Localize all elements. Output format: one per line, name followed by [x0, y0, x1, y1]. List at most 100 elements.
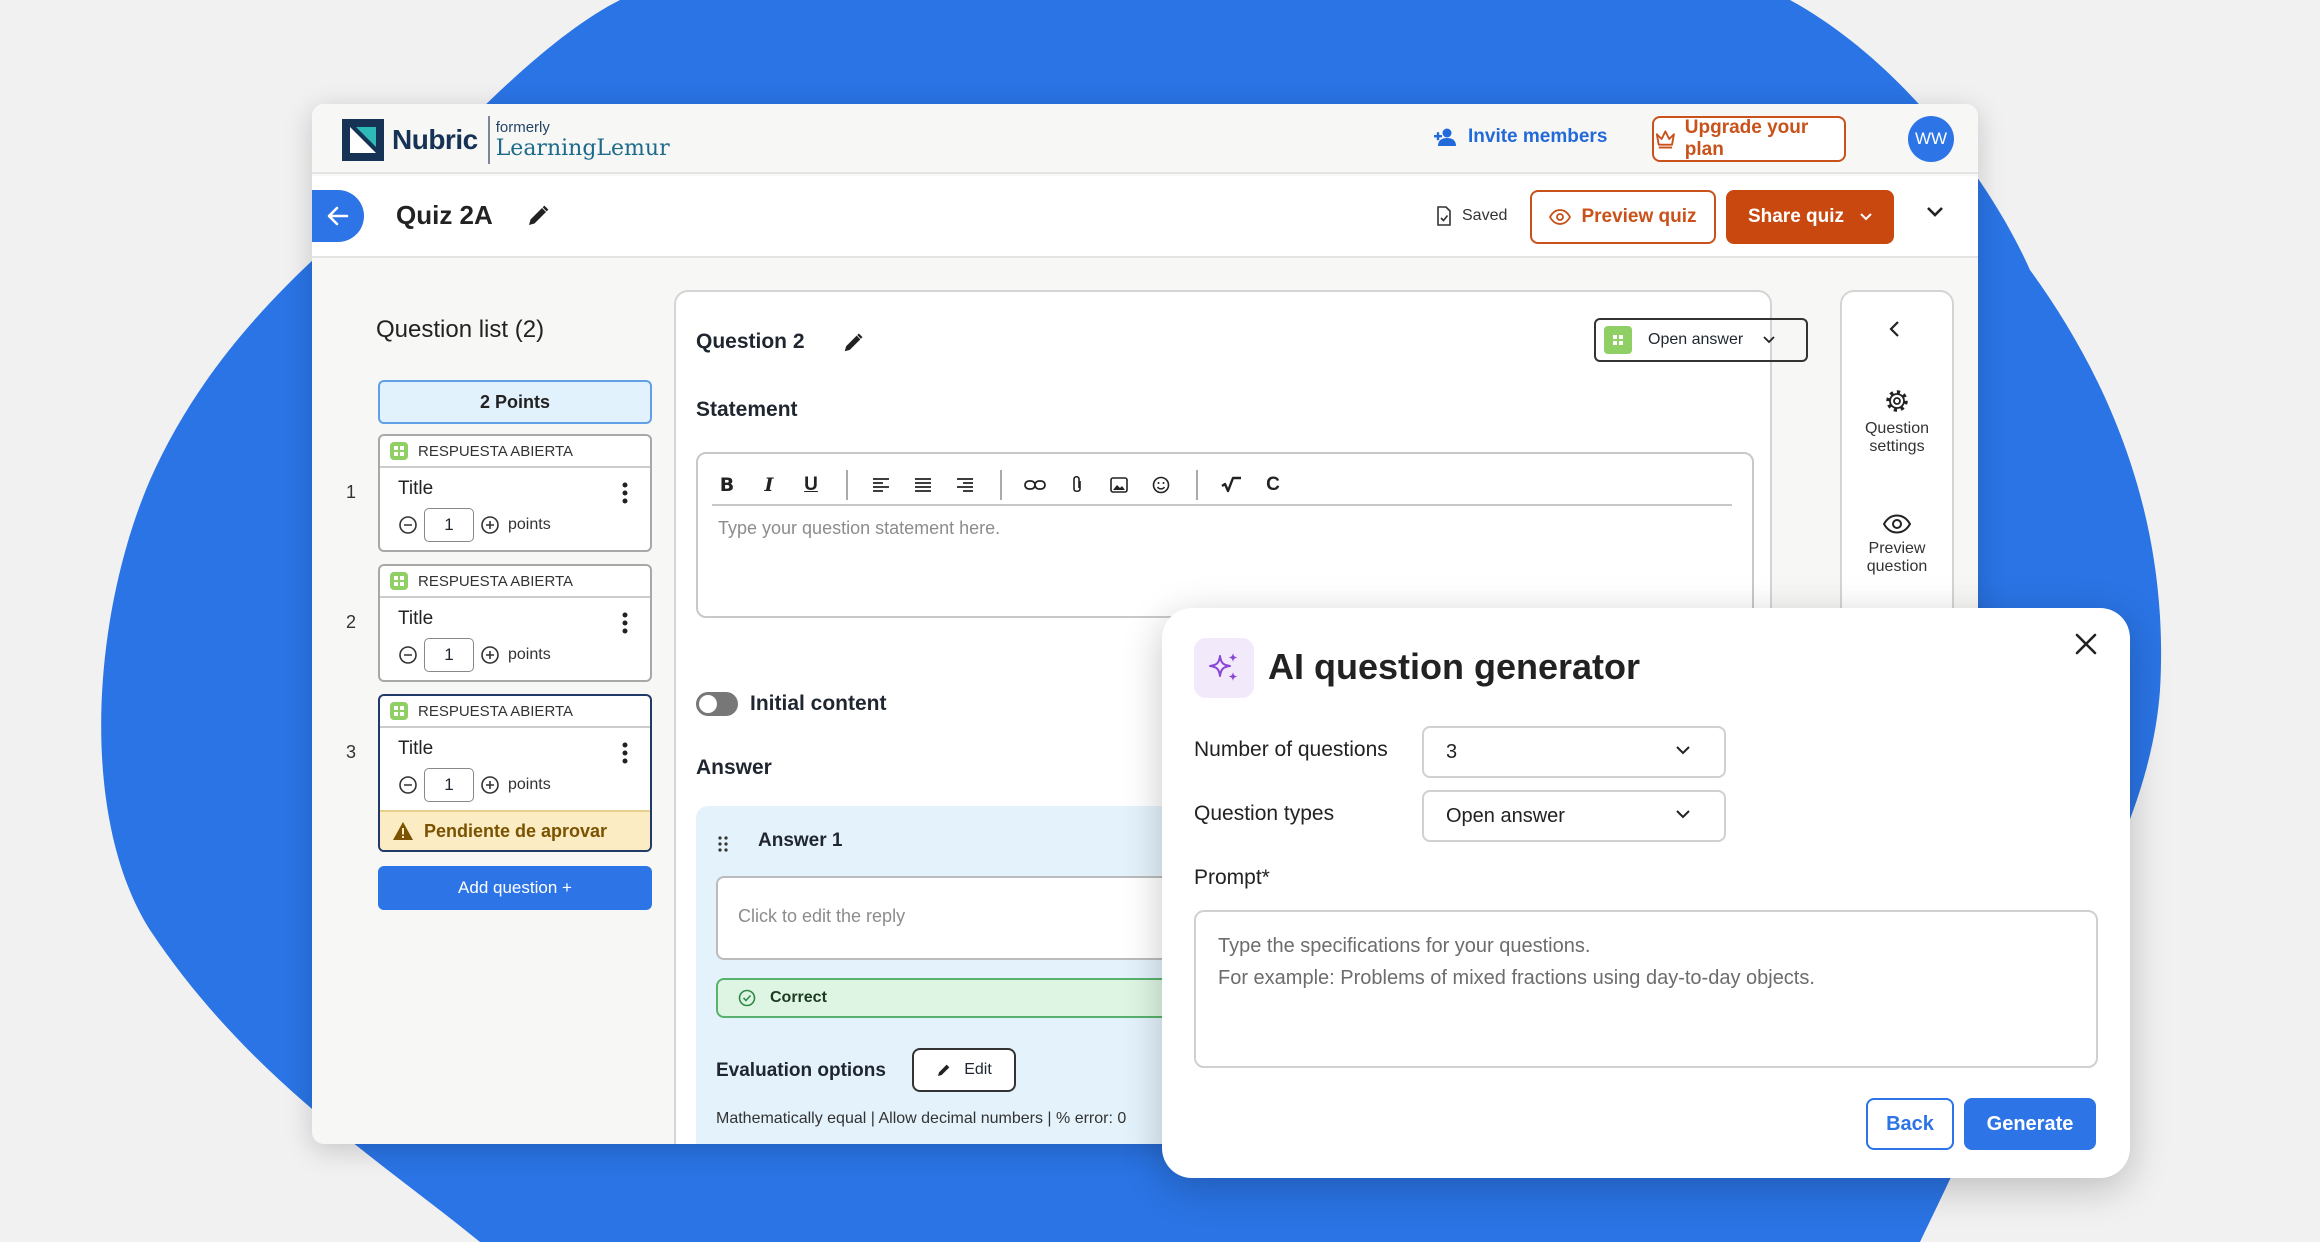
close-icon[interactable]	[2074, 632, 2098, 656]
question-card-body: Title 1 points	[380, 468, 650, 550]
prompt-textarea[interactable]: Type the specifications for your questio…	[1194, 910, 2098, 1068]
question-card-title: Title	[398, 738, 434, 759]
plus-circle-icon[interactable]	[480, 645, 500, 665]
open-answer-icon	[390, 702, 408, 720]
question-number: 1	[346, 482, 357, 502]
points-stepper: 1 points	[398, 638, 551, 672]
pencil-icon[interactable]	[526, 204, 550, 228]
question-card-3[interactable]: RESPUESTA ABIERTA Title 1 points Pendien…	[378, 694, 652, 852]
question-title: Question 2	[696, 330, 805, 353]
question-card-header: RESPUESTA ABIERTA	[380, 436, 650, 468]
chevron-down-icon	[1860, 213, 1872, 221]
share-quiz-button[interactable]: Share quiz	[1726, 190, 1894, 244]
question-number: 3	[346, 742, 357, 762]
plus-circle-icon[interactable]	[480, 515, 500, 535]
document-check-icon	[1437, 206, 1451, 226]
answer-section-label: Answer	[696, 756, 772, 779]
question-settings-label: Question settings	[1864, 420, 1930, 456]
upgrade-plan-button[interactable]: Upgrade your plan	[1652, 116, 1846, 162]
question-type-label: RESPUESTA ABIERTA	[418, 702, 574, 720]
preview-quiz-button[interactable]: Preview quiz	[1530, 190, 1716, 244]
align-right-icon[interactable]	[950, 470, 980, 500]
back-button[interactable]: Back	[1866, 1098, 1954, 1150]
statement-placeholder[interactable]: Type your question statement here.	[718, 518, 1000, 539]
points-input[interactable]: 1	[424, 638, 474, 672]
question-settings-button[interactable]: Question settings	[1842, 388, 1952, 457]
underline-icon[interactable]: U	[796, 470, 826, 500]
more-vertical-icon[interactable]	[622, 482, 628, 504]
pending-approval-label: Pendiente de aprovar	[424, 820, 608, 841]
toolbar-divider	[846, 470, 848, 500]
preview-question-button[interactable]: Preview question	[1842, 514, 1952, 577]
question-card-title: Title	[398, 608, 434, 629]
invite-members-label: Invite members	[1468, 126, 1608, 147]
sparkles-icon	[1194, 638, 1254, 698]
points-input[interactable]: 1	[424, 768, 474, 802]
question-card-1[interactable]: RESPUESTA ABIERTA Title 1 points	[378, 434, 652, 552]
formula-icon[interactable]	[1216, 470, 1246, 500]
invite-members-button[interactable]: Invite members	[1434, 126, 1607, 148]
more-vertical-icon[interactable]	[622, 742, 628, 764]
pencil-icon[interactable]	[842, 332, 864, 354]
rich-text-toolbar: B I U C	[712, 466, 1732, 506]
minus-circle-icon[interactable]	[398, 515, 418, 535]
prompt-placeholder-line-1: Type the specifications for your questio…	[1218, 935, 1591, 957]
logo-separator	[487, 116, 490, 164]
align-center-icon[interactable]	[908, 470, 938, 500]
evaluation-options-summary: Mathematically equal | Allow decimal num…	[716, 1110, 1127, 1127]
more-vertical-icon[interactable]	[622, 612, 628, 634]
add-question-button[interactable]: Add question +	[378, 866, 652, 910]
back-arrow-button[interactable]	[312, 190, 364, 242]
question-number: 2	[346, 612, 357, 632]
align-left-icon[interactable]	[866, 470, 896, 500]
question-types-select[interactable]: Open answer	[1422, 790, 1726, 842]
eye-icon	[1549, 209, 1572, 225]
arrow-left-icon	[327, 206, 349, 226]
chevron-down-icon	[1763, 336, 1775, 344]
nubric-logo-icon	[342, 119, 384, 161]
statement-label: Statement	[696, 398, 798, 421]
bold-icon[interactable]: B	[712, 470, 742, 500]
saved-status: Saved	[1436, 206, 1507, 226]
plus-circle-icon[interactable]	[480, 775, 500, 795]
points-label: points	[508, 776, 551, 793]
generate-button[interactable]: Generate	[1964, 1098, 2096, 1150]
points-stepper: 1 points	[398, 508, 551, 542]
question-types-value: Open answer	[1446, 804, 1565, 827]
image-icon[interactable]	[1104, 470, 1134, 500]
number-of-questions-select[interactable]: 3	[1422, 726, 1726, 778]
question-type-label: RESPUESTA ABIERTA	[418, 442, 574, 460]
initial-content-toggle[interactable]	[696, 692, 738, 716]
crown-icon	[1655, 130, 1675, 149]
question-list-title: Question list (2)	[376, 316, 545, 343]
check-circle-icon	[738, 989, 756, 1007]
open-answer-icon	[390, 442, 408, 460]
attach-icon[interactable]	[1062, 470, 1092, 500]
question-card-header: RESPUESTA ABIERTA	[380, 566, 650, 598]
quiz-bar: Quiz 2A Saved Preview quiz Share quiz	[312, 176, 1978, 258]
points-input[interactable]: 1	[424, 508, 474, 542]
link-icon[interactable]	[1020, 470, 1050, 500]
minus-circle-icon[interactable]	[398, 645, 418, 665]
preview-quiz-label: Preview quiz	[1581, 206, 1697, 227]
open-answer-icon	[390, 572, 408, 590]
minus-circle-icon[interactable]	[398, 775, 418, 795]
italic-icon[interactable]: I	[754, 470, 784, 500]
drag-handle-icon[interactable]	[718, 836, 728, 852]
clear-format-icon[interactable]: C	[1258, 470, 1288, 500]
edit-evaluation-button[interactable]: Edit	[912, 1048, 1016, 1092]
emoji-icon[interactable]	[1146, 470, 1176, 500]
avatar[interactable]: WW	[1908, 116, 1954, 162]
prompt-label: Prompt*	[1194, 866, 1270, 889]
question-card-2[interactable]: RESPUESTA ABIERTA Title 1 points	[378, 564, 652, 682]
chevron-left-icon[interactable]	[1888, 320, 1900, 338]
correct-label: Correct	[770, 989, 827, 1006]
chevron-down-icon[interactable]	[1926, 206, 1944, 218]
prompt-placeholder-line-2: For example: Problems of mixed fractions…	[1218, 967, 1815, 989]
points-stepper: 1 points	[398, 768, 551, 802]
logo[interactable]: Nubric formerly LearningLemur	[342, 116, 670, 164]
toolbar-divider	[1196, 470, 1198, 500]
question-type-select[interactable]: Open answer	[1594, 318, 1808, 362]
question-type-label: RESPUESTA ABIERTA	[418, 572, 574, 590]
question-card-body: Title 1 points	[380, 728, 650, 810]
